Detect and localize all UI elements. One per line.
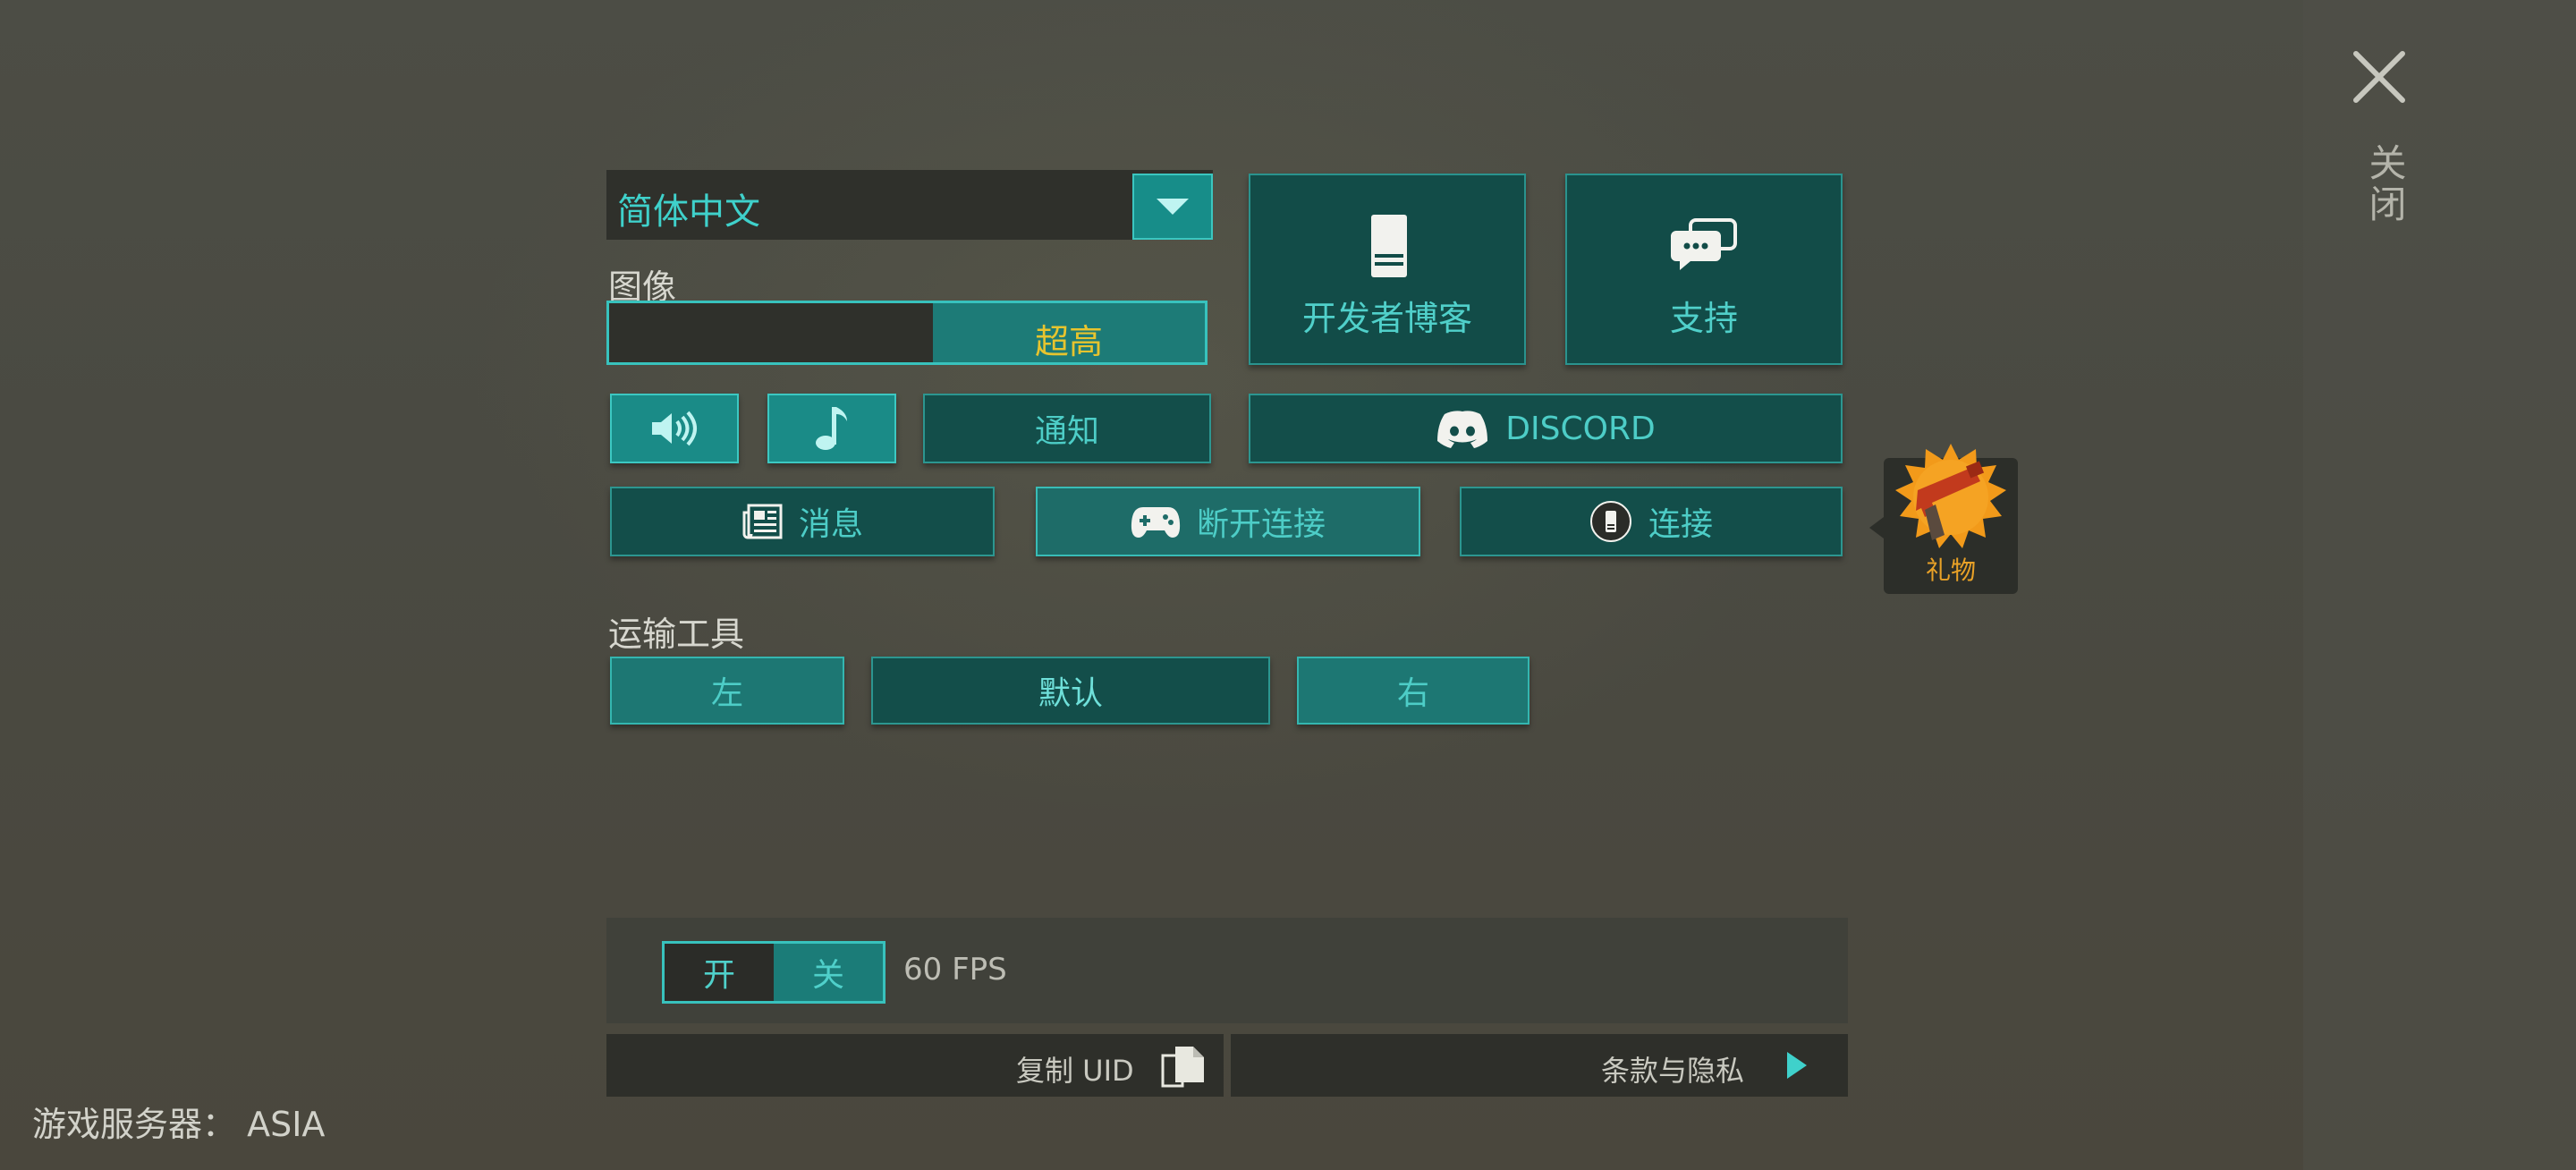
copy-uid-label: 复制 UID: [1016, 1054, 1134, 1088]
vehicle-left-button[interactable]: 左: [610, 657, 844, 725]
fps-toggle[interactable]: 开 关: [662, 941, 886, 1004]
language-dropdown-button[interactable]: [1132, 174, 1213, 240]
language-select[interactable]: 简体中文: [606, 170, 1213, 240]
connect-label: 连接: [1648, 506, 1713, 543]
discord-button[interactable]: DISCORD: [1249, 394, 1843, 463]
dev-blog-tile[interactable]: 开发者博客: [1249, 174, 1526, 365]
chat-icon: [1671, 218, 1737, 270]
discord-icon: [1437, 411, 1488, 448]
notification-label: 通知: [1034, 413, 1099, 450]
graphics-option-selected[interactable]: 超高: [933, 303, 1205, 362]
news-label: 消息: [798, 506, 863, 543]
graphics-quality-selector[interactable]: 超高: [606, 301, 1208, 365]
support-label: 支持: [1669, 299, 1738, 338]
newspaper-icon: [742, 504, 783, 539]
connect-button[interactable]: 连接: [1460, 487, 1843, 556]
news-button[interactable]: 消息: [610, 487, 995, 556]
copy-uid-button[interactable]: 复制 UID: [606, 1034, 1224, 1097]
terms-label: 条款与隐私: [1601, 1054, 1745, 1088]
phone-icon: [1371, 215, 1407, 277]
disconnect-label: 断开连接: [1196, 506, 1326, 543]
fps-on-option[interactable]: 开: [665, 944, 774, 1001]
gamepad-icon: [1131, 507, 1181, 538]
vehicle-right-button[interactable]: 右: [1297, 657, 1530, 725]
graphics-option-label: 超高: [1034, 322, 1103, 361]
gift-button[interactable]: 礼物: [1869, 444, 2018, 594]
dev-blog-label: 开发者博客: [1301, 299, 1472, 338]
close-icon[interactable]: [2351, 48, 2408, 106]
close-label[interactable]: 关闭: [2358, 143, 2412, 225]
vehicle-right-label: 右: [1396, 675, 1429, 712]
support-tile[interactable]: 支持: [1565, 174, 1843, 365]
gift-label: 礼物: [1925, 555, 1976, 585]
terms-privacy-button[interactable]: 条款与隐私: [1231, 1034, 1848, 1097]
sound-toggle-button[interactable]: [610, 394, 739, 463]
chevron-down-icon: [1157, 199, 1189, 215]
discord-label: DISCORD: [1505, 410, 1656, 447]
vehicle-default-label: 默认: [1038, 675, 1103, 712]
vehicle-label: 运输工具: [608, 615, 745, 654]
music-note-icon: [816, 407, 847, 450]
copy-icon: [1161, 1047, 1204, 1088]
phone-connect-icon: [1589, 501, 1631, 542]
side-panel: [2303, 0, 2576, 1170]
language-selected: 简体中文: [617, 191, 760, 233]
fps-value: 60 FPS: [903, 952, 1007, 988]
vehicle-default-button[interactable]: 默认: [871, 657, 1270, 725]
game-server-text: 游戏服务器： ASIA: [32, 1105, 326, 1144]
disconnect-controller-button[interactable]: 断开连接: [1036, 487, 1420, 556]
music-toggle-button[interactable]: [767, 394, 896, 463]
play-arrow-icon: [1787, 1052, 1807, 1079]
notification-button[interactable]: 通知: [923, 394, 1211, 463]
vehicle-left-label: 左: [710, 675, 743, 712]
speaker-icon: [652, 411, 697, 446]
fps-panel: 开 关 60 FPS: [606, 918, 1848, 1023]
fps-off-option[interactable]: 关: [774, 944, 883, 1001]
flare-gun-icon: [1895, 444, 2006, 548]
